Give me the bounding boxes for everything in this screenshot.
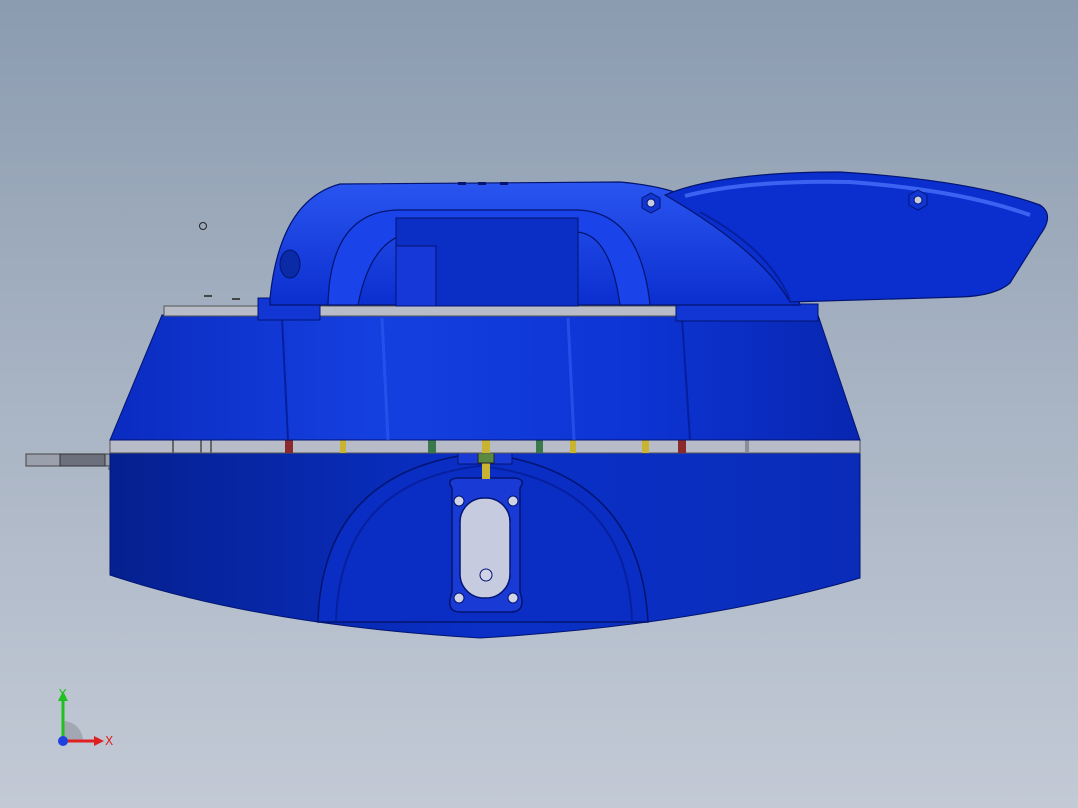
z-axis-dot — [58, 736, 68, 746]
hex-nut — [641, 192, 661, 214]
x-axis-label: X — [105, 734, 113, 748]
hex-nut — [908, 189, 928, 211]
cad-viewport[interactable]: Y X — [0, 0, 1078, 808]
y-axis-label: Y — [58, 687, 67, 701]
axis-triad: Y X — [58, 687, 113, 748]
split-line-plate — [109, 439, 861, 454]
blue-housing-model[interactable] — [0, 0, 1078, 808]
point-marker — [199, 222, 207, 230]
mid-cone — [109, 314, 861, 441]
